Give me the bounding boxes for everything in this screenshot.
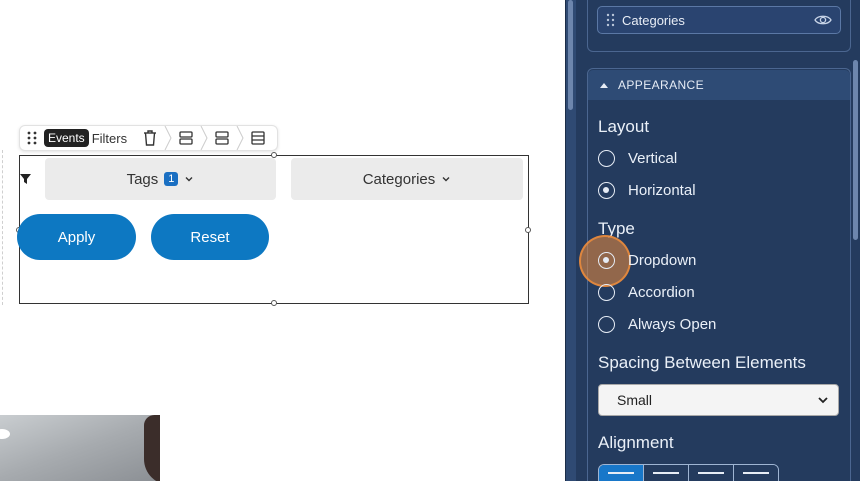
align-right-icon	[698, 472, 724, 474]
eye-icon[interactable]	[814, 14, 832, 26]
settings-panel: Categories APPEARANCE Layout Vertical Ho…	[565, 0, 860, 481]
align-justify-icon	[743, 472, 769, 474]
panel-scrollbar[interactable]	[566, 0, 576, 481]
container-icon[interactable]	[176, 128, 196, 148]
funnel-icon	[20, 170, 32, 184]
section-icon[interactable]	[248, 128, 268, 148]
categories-label: Categories	[362, 170, 436, 188]
layout-label: Layout	[598, 117, 650, 136]
events-breadcrumb[interactable]: Events	[44, 129, 89, 147]
resize-handle-bottom[interactable]	[271, 300, 277, 306]
alignment-label: Alignment	[598, 433, 674, 452]
filters-breadcrumb[interactable]: Filters	[92, 131, 127, 146]
drag-handle-icon[interactable]	[24, 130, 40, 146]
align-left-icon	[608, 472, 634, 474]
editor-canvas: Events Filters Tags 1 Categories Apply R…	[0, 0, 565, 481]
tags-label: Tags	[126, 170, 159, 188]
radio-button[interactable]	[598, 284, 615, 301]
spacing-select-value: Small	[617, 392, 653, 408]
drag-handle-icon[interactable]	[606, 13, 616, 27]
align-justify-button[interactable]	[734, 465, 778, 481]
alignment-button-group	[598, 464, 779, 481]
layout-option-horizontal[interactable]: Horizontal	[598, 182, 696, 199]
filter-widget[interactable]: Tags 1 Categories Apply Reset	[16, 152, 531, 306]
trash-icon[interactable]	[140, 128, 160, 148]
categories-item-label: Categories	[622, 12, 685, 28]
chevron-down-icon	[185, 177, 193, 182]
categories-item[interactable]: Categories	[597, 6, 841, 34]
chevron-down-icon	[818, 397, 828, 404]
apply-button[interactable]: Apply	[17, 214, 136, 260]
align-center-button[interactable]	[644, 465, 689, 481]
dashed-guide	[2, 150, 3, 305]
type-option-accordion[interactable]: Accordion	[598, 284, 695, 301]
radio-button[interactable]	[598, 252, 615, 269]
chevron-right-icon	[235, 126, 245, 150]
align-right-button[interactable]	[689, 465, 734, 481]
container-icon[interactable]	[212, 128, 232, 148]
radio-button[interactable]	[598, 150, 615, 167]
chevron-right-icon	[163, 126, 173, 150]
radio-button[interactable]	[598, 316, 615, 333]
type-option-dropdown[interactable]: Dropdown	[598, 252, 696, 269]
appearance-header[interactable]: APPEARANCE	[588, 70, 850, 100]
chevron-right-icon	[199, 126, 209, 150]
layout-option-vertical[interactable]: Vertical	[598, 150, 677, 167]
resize-handle-right[interactable]	[525, 227, 531, 233]
chevron-down-icon	[442, 177, 450, 182]
reset-button[interactable]: Reset	[151, 214, 269, 260]
appearance-title: APPEARANCE	[618, 78, 705, 92]
panel-scrollbar-thumb[interactable]	[853, 60, 858, 240]
caret-up-icon	[600, 83, 608, 88]
type-option-always-open[interactable]: Always Open	[598, 316, 716, 333]
tags-count-badge: 1	[164, 172, 179, 186]
radio-button[interactable]	[598, 182, 615, 199]
categories-dropdown[interactable]: Categories	[291, 158, 523, 200]
tags-dropdown[interactable]: Tags 1	[45, 158, 276, 200]
background-photo	[0, 415, 160, 481]
align-center-icon	[653, 472, 679, 474]
spacing-label: Spacing Between Elements	[598, 353, 806, 372]
element-toolbar: Events Filters	[19, 125, 279, 151]
align-left-button[interactable]	[599, 465, 644, 481]
spacing-select[interactable]: Small	[598, 384, 839, 416]
